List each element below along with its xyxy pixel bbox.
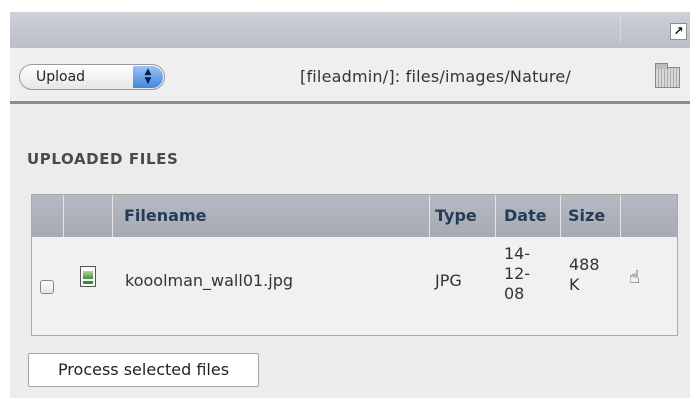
column-divider: [429, 195, 430, 237]
action-select[interactable]: Upload ▲ ▼: [19, 64, 165, 90]
table-header: Filename Type Date Size: [32, 195, 677, 237]
image-file-icon: [80, 266, 96, 287]
uploaded-files-table: Filename Type Date Size kooolman_wall01.…: [31, 194, 678, 336]
column-divider: [495, 195, 496, 237]
row-size: 488 K: [569, 255, 600, 294]
folder-icon[interactable]: [655, 63, 680, 88]
row-type: JPG: [435, 271, 462, 290]
row-filename[interactable]: kooolman_wall01.jpg: [125, 271, 293, 290]
current-folder-path: [fileadmin/]: files/images/Nature/: [300, 67, 571, 86]
header-date: Date: [504, 206, 547, 225]
arrow-up-right-icon: ↗: [673, 24, 684, 38]
toolbar: Upload ▲ ▼ [fileadmin/]: files/images/Nat…: [10, 48, 690, 104]
column-divider: [112, 195, 113, 237]
section-title: UPLOADED FILES: [27, 150, 179, 168]
process-selected-files-button[interactable]: Process selected files: [28, 353, 259, 387]
column-divider: [63, 195, 64, 237]
table-row: kooolman_wall01.jpg JPG 14- 12- 08 488 K…: [32, 237, 677, 335]
header-filename: Filename: [124, 206, 207, 225]
file-upload-panel: ↗ Upload ▲ ▼ [fileadmin/]: files/images/N…: [10, 12, 690, 398]
column-divider: [620, 195, 621, 237]
header-size: Size: [568, 206, 606, 225]
action-select-value: Upload: [36, 69, 86, 85]
header-type: Type: [435, 206, 477, 225]
header-divider: [620, 16, 621, 44]
panel-header-bar: ↗: [10, 12, 690, 48]
open-in-new-window-button[interactable]: ↗: [670, 23, 687, 40]
row-select-checkbox[interactable]: [40, 280, 54, 294]
info-icon[interactable]: ☝: [629, 268, 653, 288]
select-arrows-icon: ▲ ▼: [133, 66, 163, 88]
row-date: 14- 12- 08: [504, 244, 531, 303]
column-divider: [560, 195, 561, 237]
